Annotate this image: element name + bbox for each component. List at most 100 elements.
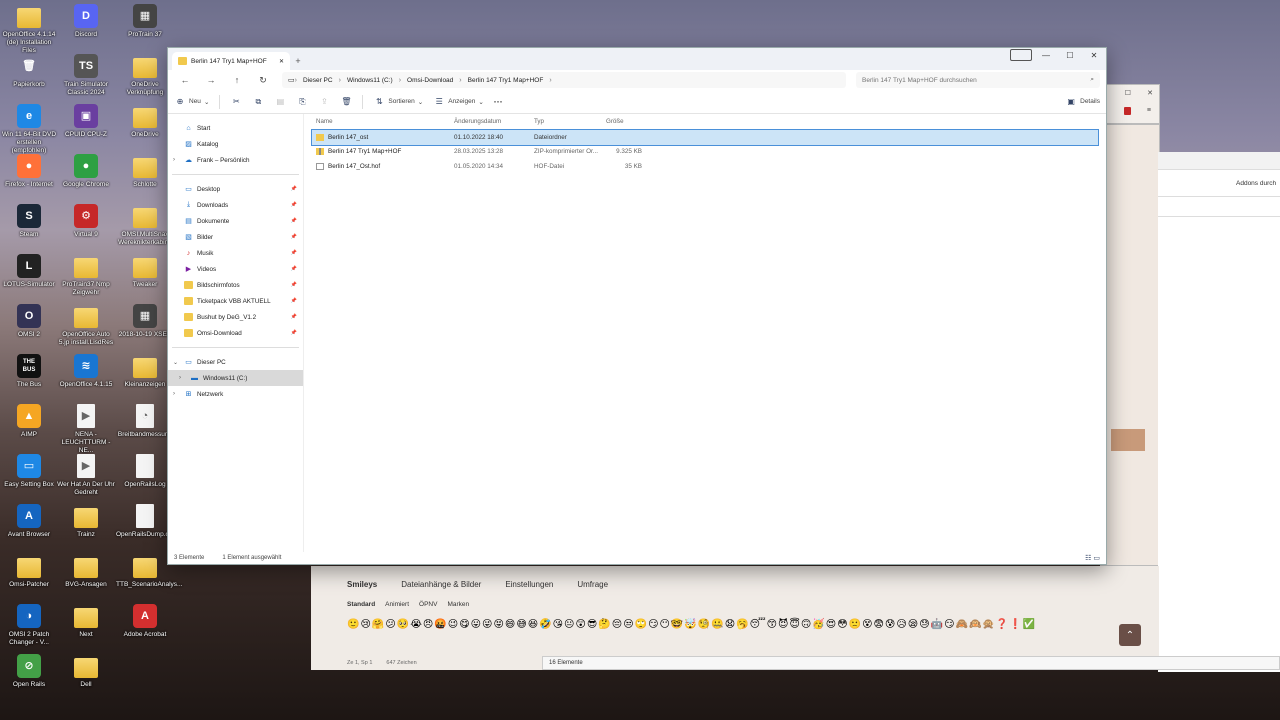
menu-icon[interactable]: ≡ xyxy=(1147,107,1151,114)
view-button[interactable]: ☰ Anzeigen ⌄ xyxy=(433,97,484,106)
desktop-icon[interactable]: A Adobe Acrobat xyxy=(116,604,174,639)
desktop-icon[interactable]: OMSI.MultiSnax Wereknikterkabine xyxy=(116,204,174,247)
sidebar-item[interactable]: ▭ Desktop 📌 xyxy=(168,181,303,197)
more-button[interactable]: ··· xyxy=(494,97,503,107)
explorer-tab[interactable]: Berlin 147 Try1 Map+HOF ✕ xyxy=(172,52,290,70)
desktop-icon[interactable]: TTB_ScenarioAnalys... xyxy=(116,554,182,589)
new-button[interactable]: ⊕ Neu ⌄ xyxy=(174,97,210,106)
pin-icon[interactable]: 📌 xyxy=(291,186,297,192)
details-button[interactable]: ▣ Details xyxy=(1065,97,1100,106)
chevron-down-icon[interactable]: ⌄ xyxy=(173,359,178,366)
refresh-button[interactable]: ↻ xyxy=(252,75,274,86)
desktop-icon[interactable]: ⊘ Open Rails xyxy=(0,654,58,689)
smiley-cat-animated[interactable]: Animiert xyxy=(385,601,409,608)
delete-icon[interactable]: 🗑 xyxy=(340,97,352,106)
close-tab-icon[interactable]: ✕ xyxy=(279,58,284,65)
desktop-icon[interactable]: Next xyxy=(57,604,115,639)
desktop-icon[interactable]: OneDrive xyxy=(116,104,174,139)
desktop-icon[interactable]: ▦ ProTrain 37 xyxy=(116,4,174,39)
desktop-icon[interactable]: BVG-Ansagen xyxy=(57,554,115,589)
pin-icon[interactable]: 📌 xyxy=(291,330,297,336)
smiley-cat-opnv[interactable]: ÖPNV xyxy=(419,601,437,608)
share-icon[interactable]: ⇪ xyxy=(318,97,330,106)
desktop-icon[interactable]: D Discord xyxy=(57,4,115,39)
col-date[interactable]: Änderungsdatum xyxy=(454,118,534,125)
desktop-icon[interactable]: OpenRailsDump.csv xyxy=(116,504,175,539)
pin-icon[interactable]: 📌 xyxy=(291,250,297,256)
addons-label[interactable]: Addons durch xyxy=(1236,180,1276,187)
desktop-icon[interactable]: OpenOffice Auto 5.jp install.LisdRes xyxy=(57,304,115,347)
desktop-icon[interactable]: O OMSI 2 xyxy=(0,304,58,339)
maximize-icon[interactable]: ☐ xyxy=(1125,89,1131,97)
desktop-icon[interactable]: TS Train Simulator Classic 2024 xyxy=(57,54,115,97)
search-box[interactable]: ⌕ xyxy=(856,72,1100,88)
desktop-icon[interactable]: ◔ Breitbandmessung xyxy=(116,404,174,439)
desktop-icon[interactable]: ▭ Easy Setting Box xyxy=(0,454,58,489)
desktop-icon[interactable]: ▲ AIMP xyxy=(0,404,58,439)
desktop-icon[interactable]: ProTrain37 Nmp Zeigwehr xyxy=(57,254,115,297)
pin-icon[interactable]: 📌 xyxy=(291,266,297,272)
minimize-button[interactable]: — xyxy=(1034,48,1058,62)
desktop-icon[interactable]: Kleinanzeigen xyxy=(116,354,174,389)
sidebar-item[interactable]: ▧ Bilder 📌 xyxy=(168,229,303,245)
desktop-icon[interactable]: ● Firefox - Internet xyxy=(0,154,58,189)
file-row[interactable]: Berlin 147_Ost.hof 01.05.2020 14:34 HOF-Da… xyxy=(312,159,1098,174)
rename-icon[interactable]: ⎘ xyxy=(296,97,308,107)
pin-icon[interactable]: 📌 xyxy=(291,314,297,320)
desktop-icon[interactable]: ▦ 2018-10-19 XSEP xyxy=(116,304,174,339)
chevron-right-icon[interactable]: › xyxy=(179,375,181,381)
sidebar-item[interactable]: ▨ Katalog xyxy=(168,136,303,152)
pin-icon[interactable]: 📌 xyxy=(291,202,297,208)
desktop-icon[interactable]: ▶ NENA - LEUCHTTURM - NE... xyxy=(57,404,115,455)
desktop-icon[interactable]: ≋ OpenOffice 4.1.15 xyxy=(57,354,115,389)
sidebar-item[interactable]: ♪ Musik 📌 xyxy=(168,245,303,261)
col-name[interactable]: Name xyxy=(312,118,454,125)
sidebar-item[interactable]: Ticketpack VBB AKTUELL 📌 xyxy=(168,293,303,309)
breadcrumb-item[interactable]: Windows11 (C:) xyxy=(341,77,399,84)
smiley-cat-standard[interactable]: Standard xyxy=(347,601,375,608)
col-size[interactable]: Größe xyxy=(602,118,642,125)
back-button[interactable]: ← xyxy=(174,75,196,85)
breadcrumb-item[interactable]: Berlin 147 Try1 Map+HOF xyxy=(462,77,550,84)
sidebar-item[interactable]: ⌂ Start xyxy=(168,120,303,136)
sidebar-item[interactable]: Bildschirmfotos 📌 xyxy=(168,277,303,293)
sidebar-item[interactable]: ▤ Dokumente 📌 xyxy=(168,213,303,229)
breadcrumb-item[interactable]: Omsi-Download xyxy=(401,77,459,84)
close-button[interactable]: ✕ xyxy=(1082,48,1106,62)
background-browser-window[interactable]: ✕ ☐ ≡ xyxy=(1100,84,1160,124)
desktop-icon[interactable]: ⚙ Virtual 9 xyxy=(57,204,115,239)
tab-attachments[interactable]: Dateianhänge & Bilder xyxy=(401,580,481,589)
pin-icon[interactable]: 📌 xyxy=(291,218,297,224)
breadcrumb-item[interactable]: Dieser PC xyxy=(297,77,339,84)
desktop-icon[interactable]: ▶ Wer Hat An Der Uhr Gedreht xyxy=(57,454,115,497)
desktop-icon[interactable]: Trainz xyxy=(57,504,115,539)
cut-icon[interactable]: ✂ xyxy=(230,97,242,106)
desktop-icon[interactable]: ◑ OMSI 2 Patch Changer - V... xyxy=(0,604,58,647)
sidebar-item[interactable]: ▶ Videos 📌 xyxy=(168,261,303,277)
snap-layout-icon[interactable] xyxy=(1010,49,1032,61)
desktop-icon[interactable]: OpenRailsLog xyxy=(116,454,174,489)
desktop-icon[interactable]: Omsi-Patcher xyxy=(0,554,58,589)
chevron-right-icon[interactable]: › xyxy=(173,391,175,397)
maximize-button[interactable]: ☐ xyxy=(1058,48,1082,62)
sidebar-item[interactable]: ⌄ ▭ Dieser PC xyxy=(168,354,303,370)
smiley-grid[interactable]: 🙂😢🤗😕🥺😭😠🤬😉😋😛😜😝😄😅😆🤣😘😐😲😎🤔😔😒🙄😏😶🤓🤯🧐🤐😧🥱😴😙😈😇🙃🥳😍… xyxy=(311,608,1081,636)
up-button[interactable]: ↑ xyxy=(226,75,248,85)
sidebar-item[interactable]: › ☁ Frank – Persönlich xyxy=(168,152,303,168)
col-type[interactable]: Typ xyxy=(534,118,602,125)
sidebar-item[interactable]: Bushut by DeG_V1.2 📌 xyxy=(168,309,303,325)
title-bar[interactable]: Berlin 147 Try1 Map+HOF ✕ + — ☐ ✕ xyxy=(168,48,1106,70)
chevron-right-icon[interactable]: › xyxy=(173,157,175,163)
smiley-cat-brands[interactable]: Marken xyxy=(447,601,469,608)
desktop-icon[interactable]: ● Google Chrome xyxy=(57,154,115,189)
scroll-to-top-button[interactable]: ⌃ xyxy=(1119,624,1141,646)
pin-icon[interactable]: 📌 xyxy=(291,234,297,240)
desktop-icon[interactable]: L LOTUS-Simulator xyxy=(0,254,58,289)
pin-icon[interactable]: 📌 xyxy=(291,282,297,288)
desktop-icon[interactable]: Dell xyxy=(57,654,115,689)
file-row[interactable]: Berlin 147_ost 01.10.2022 18:40 Dateiordne… xyxy=(311,129,1099,146)
breadcrumb[interactable]: ▭ › Dieser PC › Windows11 (C:) › Omsi-Do… xyxy=(282,72,846,88)
copy-icon[interactable]: ⧉ xyxy=(252,97,264,107)
search-input[interactable] xyxy=(862,76,1091,84)
file-row[interactable]: Berlin 147 Try1 Map+HOF 28.03.2025 13:28 Z… xyxy=(312,145,1098,160)
